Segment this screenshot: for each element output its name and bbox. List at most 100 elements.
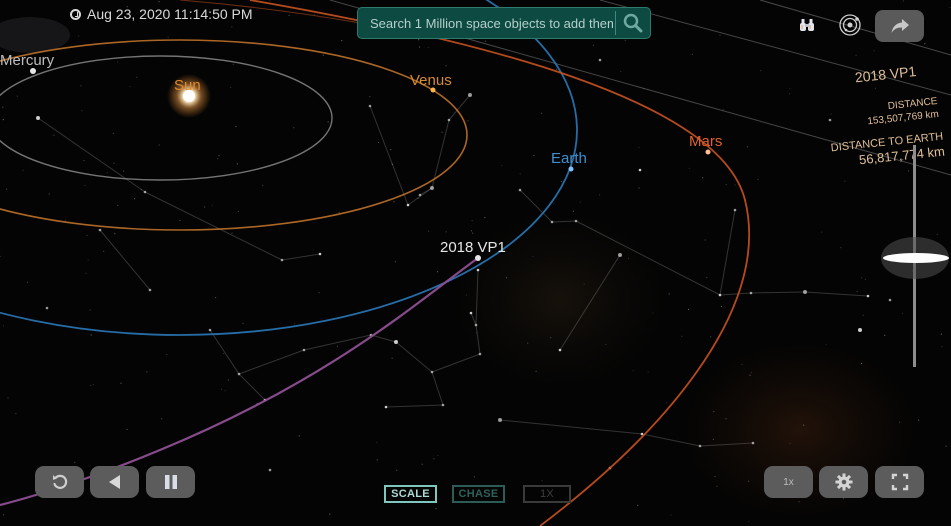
background-star	[445, 231, 447, 233]
background-star	[734, 184, 736, 186]
background-star	[725, 418, 727, 420]
background-star	[862, 314, 864, 316]
star	[368, 104, 372, 108]
fullscreen-button[interactable]	[875, 466, 924, 498]
background-star	[220, 388, 222, 390]
star	[447, 118, 451, 122]
background-star	[789, 88, 791, 90]
background-star	[2, 325, 5, 327]
star	[45, 306, 49, 310]
search-bar	[357, 7, 651, 39]
background-star	[856, 290, 858, 293]
background-star	[441, 131, 443, 133]
star	[598, 58, 602, 62]
star	[476, 268, 480, 272]
background-star	[540, 112, 543, 114]
chase-mode-button[interactable]: CHASE	[452, 485, 505, 503]
speed-mode-button[interactable]: 1X	[523, 485, 571, 503]
star	[858, 328, 862, 332]
sun-label[interactable]: Sun	[174, 77, 201, 94]
background-star	[556, 68, 558, 70]
scale-mode-button[interactable]: SCALE	[384, 485, 437, 503]
background-star	[86, 234, 88, 236]
background-star	[476, 332, 478, 334]
background-star	[760, 70, 762, 72]
star	[406, 203, 410, 207]
background-star	[702, 177, 704, 179]
reverse-button[interactable]	[90, 466, 139, 498]
background-star	[369, 96, 371, 98]
background-star	[560, 180, 563, 183]
background-star	[445, 65, 447, 67]
pause-button[interactable]	[146, 466, 195, 498]
background-star	[665, 402, 668, 404]
background-star	[288, 14, 290, 17]
background-star	[235, 125, 237, 128]
background-star	[129, 86, 131, 88]
background-star	[394, 261, 396, 263]
mars-planet[interactable]	[705, 149, 711, 155]
earth-planet[interactable]	[568, 166, 574, 172]
background-star	[949, 6, 951, 9]
star	[474, 323, 478, 327]
search-input[interactable]	[358, 11, 616, 35]
reverse-icon	[108, 475, 120, 489]
orbit-view-button[interactable]	[837, 12, 863, 38]
star	[237, 372, 241, 376]
background-star	[113, 162, 115, 164]
background-star	[78, 35, 80, 37]
venus-label[interactable]: Venus	[410, 72, 452, 89]
star	[698, 444, 702, 448]
background-star	[750, 371, 753, 373]
background-star	[899, 421, 901, 423]
background-star	[215, 296, 217, 299]
background-star	[470, 230, 473, 232]
background-star	[436, 271, 439, 273]
background-star	[48, 193, 50, 195]
background-star	[84, 184, 86, 187]
zoom-slider-handle[interactable]	[883, 253, 949, 263]
background-star	[217, 158, 219, 160]
reset-time-button[interactable]	[35, 466, 84, 498]
background-star	[376, 459, 378, 461]
background-star	[421, 463, 423, 465]
star	[550, 220, 554, 224]
share-button[interactable]	[875, 10, 924, 42]
background-star	[322, 54, 324, 56]
background-star	[396, 469, 398, 471]
star	[302, 348, 306, 352]
background-star	[505, 277, 508, 279]
star	[418, 193, 422, 197]
background-star	[437, 454, 439, 456]
background-star	[749, 374, 751, 376]
background-star	[231, 26, 233, 28]
background-star	[87, 259, 89, 261]
background-star	[473, 476, 475, 478]
background-star	[844, 180, 846, 182]
datetime-display[interactable]: Aug 23, 2020 11:14:50 PM	[70, 6, 253, 22]
time-speed-button[interactable]: 1x	[764, 466, 813, 498]
space-scene[interactable]: Mercury Sun Venus Earth Mars 2018 VP1 20…	[0, 0, 951, 526]
settings-button[interactable]	[819, 466, 868, 498]
background-star	[161, 418, 163, 420]
background-star	[710, 336, 712, 338]
background-star	[668, 293, 670, 295]
background-star	[22, 169, 24, 171]
background-star	[861, 362, 863, 364]
background-star	[89, 309, 91, 311]
star	[430, 370, 434, 374]
fullscreen-icon	[891, 473, 908, 491]
background-star	[741, 363, 743, 366]
background-star	[918, 419, 920, 421]
mars-label[interactable]: Mars	[689, 133, 722, 150]
background-star	[638, 147, 640, 149]
background-star	[842, 498, 845, 500]
background-star	[338, 211, 340, 213]
target-label[interactable]: 2018 VP1	[440, 239, 506, 256]
background-star	[377, 141, 380, 144]
binoculars-button[interactable]	[794, 12, 820, 38]
mercury-label[interactable]: Mercury	[0, 52, 55, 69]
earth-label[interactable]: Earth	[551, 150, 587, 167]
search-button[interactable]	[616, 8, 650, 38]
background-star	[637, 504, 639, 506]
